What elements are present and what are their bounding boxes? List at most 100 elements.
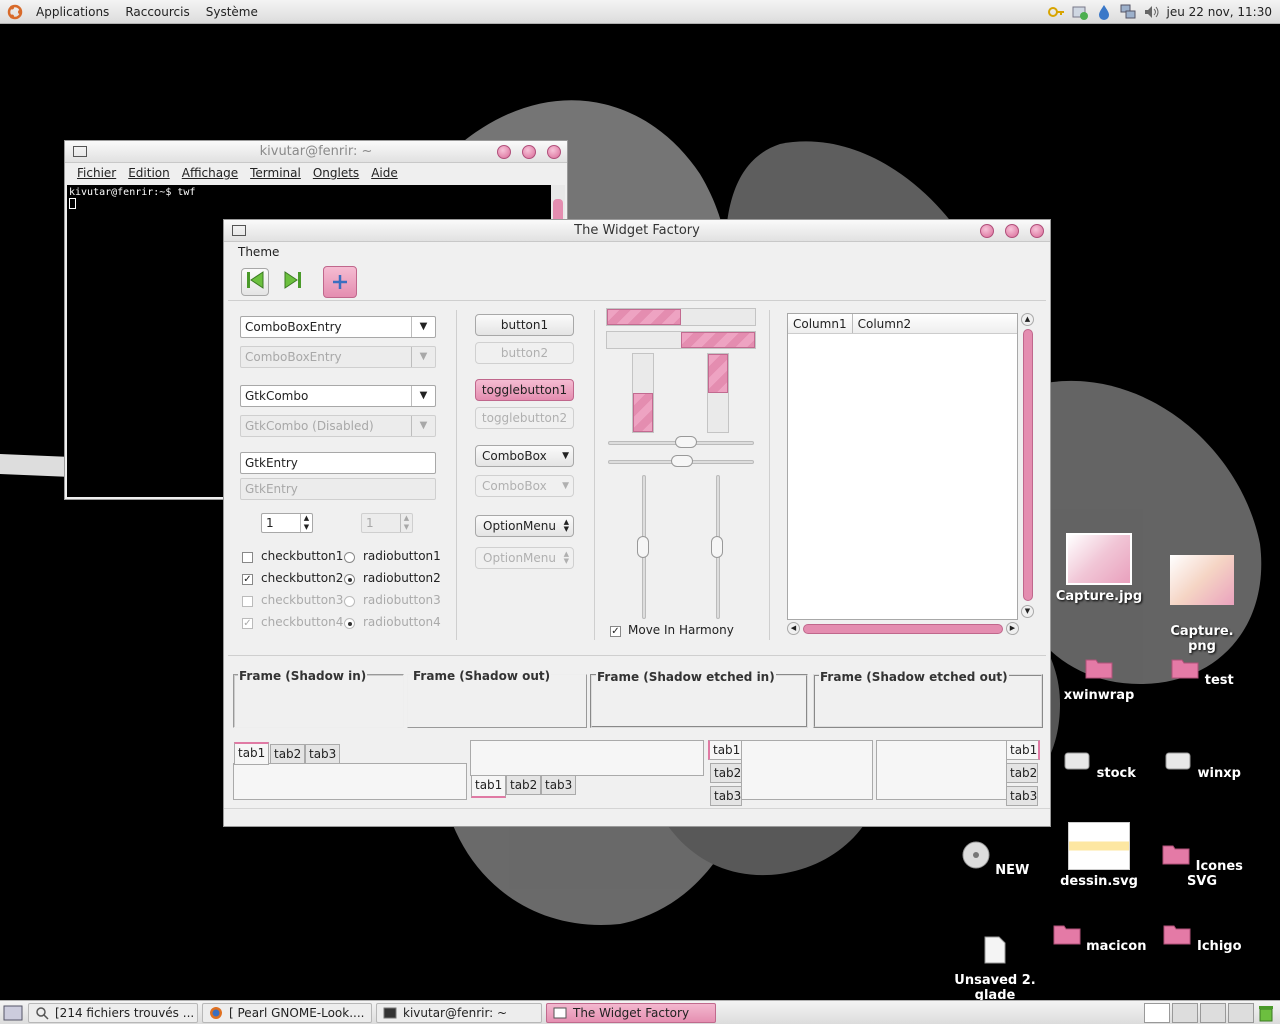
tree-hscrollbar[interactable]: ◀ ▶ <box>787 622 1019 636</box>
notebook-bottom-tab1[interactable]: tab1 <box>471 775 507 798</box>
radiobutton1-label[interactable]: radiobutton1 <box>363 549 441 563</box>
task-terminal[interactable]: kivutar@fenrir: ~ <box>376 1002 542 1023</box>
tree-hscroll-thumb[interactable] <box>803 624 1003 634</box>
radiobutton2-circle[interactable] <box>344 574 355 585</box>
volume-icon[interactable] <box>1143 3 1161 21</box>
tree-vscrollbar[interactable]: ▲ ▼ <box>1021 313 1035 620</box>
checkbutton2-box[interactable]: ✓ <box>242 574 253 585</box>
vscale-1-thumb[interactable] <box>637 536 649 558</box>
terminal-titlebar[interactable]: kivutar@fenrir: ~ <box>65 141 567 163</box>
twf-titlebar[interactable]: The Widget Factory <box>224 220 1050 242</box>
gtk-combo[interactable]: GtkCombo ▼ <box>240 385 436 407</box>
menu-terminal[interactable]: Terminal <box>244 166 307 180</box>
network-status-icon[interactable] <box>1071 3 1089 21</box>
ubuntu-logo-icon[interactable] <box>6 3 24 21</box>
desktop-icon-dessin-svg[interactable]: dessin.svg <box>1049 822 1149 889</box>
notebook-right-tab3[interactable]: tab3 <box>1006 786 1038 806</box>
notebook-bottom-tab3[interactable]: tab3 <box>541 775 577 795</box>
option-menu[interactable]: OptionMenu ▲ ▼ <box>475 515 574 537</box>
combo-box-entry[interactable]: ComboBoxEntry ▼ <box>240 316 436 338</box>
first-button[interactable] <box>241 268 269 296</box>
scroll-right-icon[interactable]: ▶ <box>1006 622 1019 635</box>
move-in-harmony-checkbox[interactable]: ✓ <box>610 626 621 637</box>
radiobutton1-circle[interactable] <box>344 552 355 563</box>
twf-window-icon[interactable] <box>232 225 246 236</box>
trash-icon[interactable] <box>1256 1003 1276 1023</box>
notebook-right-tab2[interactable]: tab2 <box>1006 763 1038 783</box>
scroll-down-icon[interactable]: ▼ <box>1021 605 1034 618</box>
menu-systeme[interactable]: Système <box>198 5 266 19</box>
menu-raccourcis[interactable]: Raccourcis <box>117 5 197 19</box>
minimize-button[interactable] <box>980 224 994 238</box>
spin-button[interactable]: 1 ▲ ▼ <box>261 513 313 533</box>
hscale-2[interactable] <box>608 455 754 467</box>
tree-vscroll-thumb[interactable] <box>1023 329 1033 601</box>
checkbutton1-label[interactable]: checkbutton1 <box>261 549 343 563</box>
spin-arrows-icon[interactable]: ▲ ▼ <box>300 514 312 532</box>
network-manager-icon[interactable] <box>1119 3 1137 21</box>
hscale-1-thumb[interactable] <box>675 436 697 448</box>
notebook-right-tab1[interactable]: tab1 <box>1006 740 1040 760</box>
workspace-3[interactable] <box>1200 1002 1226 1023</box>
chevron-down-icon[interactable]: ▼ <box>411 386 435 406</box>
notebook-top-tab2[interactable]: tab2 <box>270 744 306 764</box>
notebook-top-tab1[interactable]: tab1 <box>234 742 270 765</box>
workspace-2[interactable] <box>1172 1002 1198 1023</box>
desktop-icon-winxp[interactable]: winxp <box>1152 749 1252 781</box>
desktop-icon-stock[interactable]: stock <box>1049 749 1149 781</box>
show-desktop-icon[interactable] <box>2 1003 24 1023</box>
scroll-up-icon[interactable]: ▲ <box>1021 313 1034 326</box>
desktop-icon-new[interactable]: NEW <box>945 840 1045 878</box>
task-search[interactable]: [214 fichiers trouvés ... <box>28 1002 198 1023</box>
terminal-window-icon[interactable] <box>73 146 87 157</box>
checkbutton1-box[interactable] <box>242 552 253 563</box>
desktop-icon-ichigo[interactable]: Ichigo <box>1152 922 1252 954</box>
hscale-2-thumb[interactable] <box>671 455 693 467</box>
menu-theme[interactable]: Theme <box>232 245 285 259</box>
menu-edition[interactable]: Edition <box>122 166 176 180</box>
menu-fichier[interactable]: Fichier <box>71 166 122 180</box>
tree-column2-header[interactable]: Column2 <box>853 314 917 333</box>
desktop-icon-test[interactable]: test <box>1152 656 1252 688</box>
chevron-down-icon[interactable]: ▼ <box>411 317 435 337</box>
menu-aide[interactable]: Aide <box>365 166 404 180</box>
last-button[interactable] <box>279 268 307 296</box>
add-button[interactable] <box>323 266 357 298</box>
close-button[interactable] <box>547 145 561 159</box>
task-firefox[interactable]: [ Pearl GNOME-Look.... <box>202 1002 372 1023</box>
workspace-1[interactable] <box>1144 1002 1170 1023</box>
drop-icon[interactable] <box>1095 3 1113 21</box>
maximize-button[interactable] <box>522 145 536 159</box>
desktop-icon-capture-png[interactable]: Capture. png <box>1152 540 1252 654</box>
menu-affichage[interactable]: Affichage <box>176 166 244 180</box>
menu-applications[interactable]: Applications <box>28 5 117 19</box>
hscale-1[interactable] <box>608 436 754 448</box>
workspace-4[interactable] <box>1228 1002 1254 1023</box>
button1[interactable]: button1 <box>475 314 574 336</box>
close-button[interactable] <box>1030 224 1044 238</box>
minimize-button[interactable] <box>497 145 511 159</box>
togglebutton1[interactable]: togglebutton1 <box>475 379 574 401</box>
notebook-bottom-tab2[interactable]: tab2 <box>506 775 542 795</box>
task-widget-factory[interactable]: The Widget Factory <box>546 1002 716 1023</box>
menu-onglets[interactable]: Onglets <box>307 166 365 180</box>
desktop-icon-xwinwrap[interactable]: xwinwrap <box>1049 656 1149 703</box>
notebook-left-tab3[interactable]: tab3 <box>710 786 742 806</box>
desktop-icon-icones-svg[interactable]: Icones SVG <box>1152 842 1252 889</box>
gtk-entry[interactable]: GtkEntry <box>240 452 436 474</box>
desktop-icon-macicon[interactable]: macicon <box>1049 922 1149 954</box>
vscale-2-thumb[interactable] <box>711 536 723 558</box>
move-in-harmony-label[interactable]: Move In Harmony <box>628 623 734 637</box>
notebook-left-tab2[interactable]: tab2 <box>710 763 742 783</box>
desktop-icon-capture-jpg[interactable]: Capture.jpg <box>1049 533 1149 604</box>
combo-box[interactable]: ComboBox ▼ <box>475 445 574 467</box>
maximize-button[interactable] <box>1005 224 1019 238</box>
keys-icon[interactable] <box>1047 3 1065 21</box>
tree-column1-header[interactable]: Column1 <box>788 314 853 333</box>
tree-view[interactable]: Column1 Column2 <box>787 313 1018 620</box>
notebook-top-tab3[interactable]: tab3 <box>305 744 341 764</box>
checkbutton2-label[interactable]: checkbutton2 <box>261 571 343 585</box>
notebook-left-tab1[interactable]: tab1 <box>708 740 742 760</box>
radiobutton2-label[interactable]: radiobutton2 <box>363 571 441 585</box>
vscale-1[interactable] <box>637 475 649 619</box>
